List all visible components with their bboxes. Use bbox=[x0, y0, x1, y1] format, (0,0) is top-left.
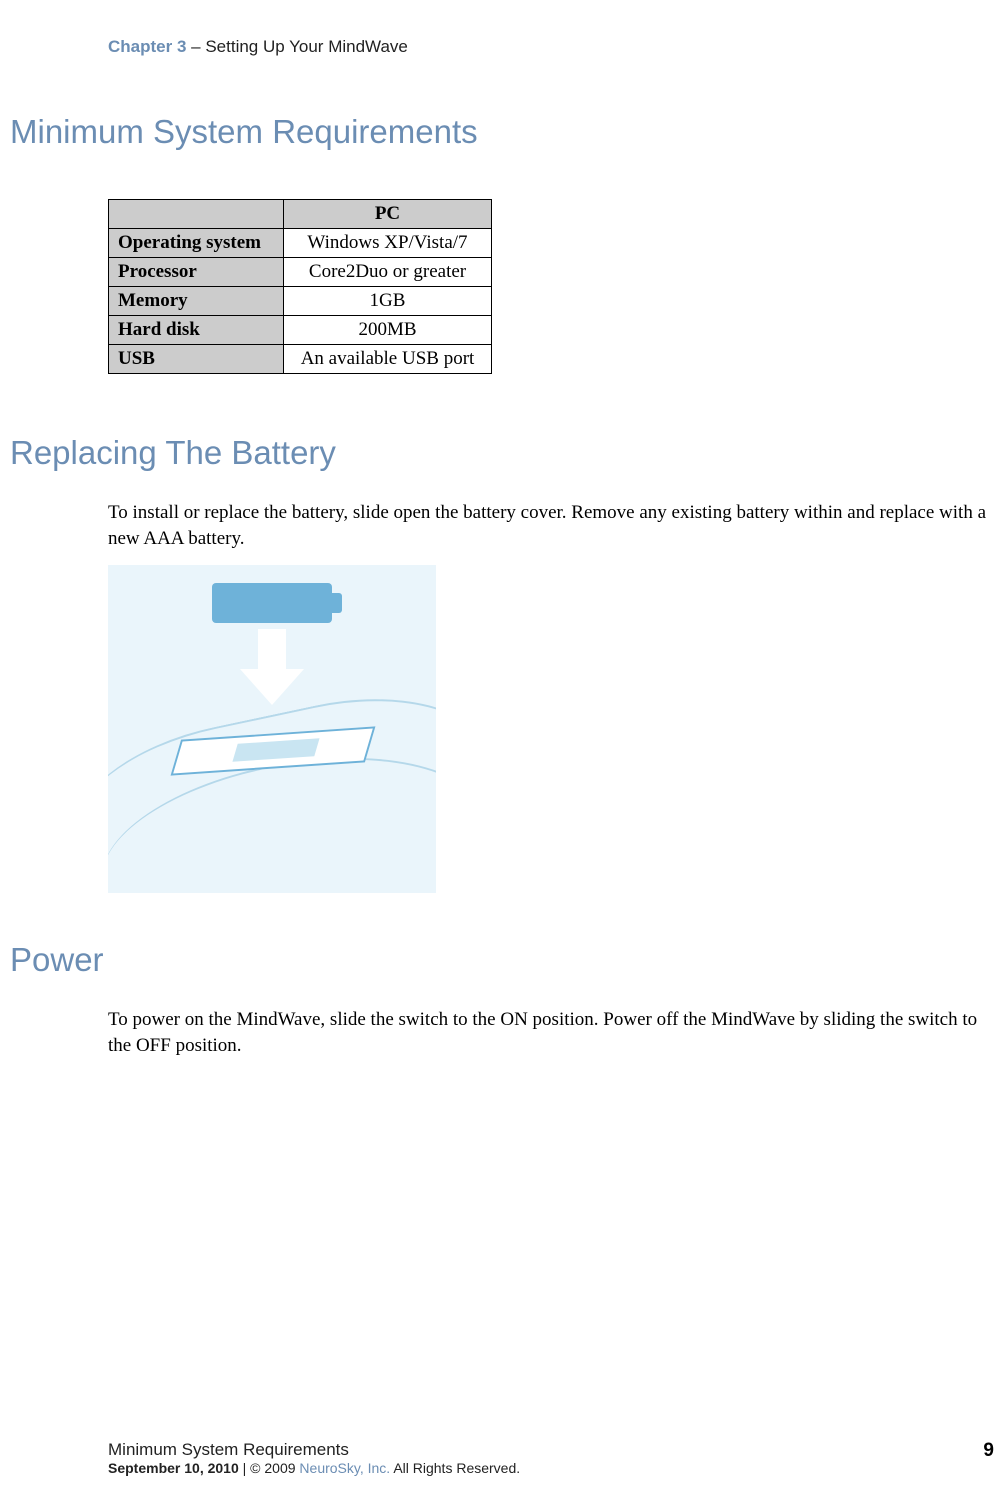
table-label: Operating system bbox=[109, 229, 284, 258]
table-value: An available USB port bbox=[284, 345, 492, 374]
table-label: Hard disk bbox=[109, 316, 284, 345]
footer-section-name: Minimum System Requirements bbox=[108, 1440, 984, 1460]
chapter-label: Chapter 3 bbox=[108, 37, 186, 56]
page-footer: Minimum System Requirements September 10… bbox=[108, 1440, 984, 1476]
table-label: USB bbox=[109, 345, 284, 374]
battery-icon bbox=[212, 583, 332, 623]
table-value: Core2Duo or greater bbox=[284, 258, 492, 287]
page-header: Chapter 3 – Setting Up Your MindWave bbox=[0, 37, 1004, 57]
arrow-down-icon bbox=[240, 629, 304, 705]
footer-copyright-suffix: All Rights Reserved. bbox=[390, 1460, 520, 1476]
table-row: Operating system Windows XP/Vista/7 bbox=[109, 229, 492, 258]
chapter-separator: – bbox=[186, 37, 205, 56]
battery-body-text: To install or replace the battery, slide… bbox=[108, 500, 1004, 551]
page-number: 9 bbox=[983, 1440, 994, 1462]
table-row: PC bbox=[109, 200, 492, 229]
table-empty-cell bbox=[109, 200, 284, 229]
table-label: Processor bbox=[109, 258, 284, 287]
footer-company: NeuroSky, Inc. bbox=[299, 1460, 390, 1476]
requirements-table: PC Operating system Windows XP/Vista/7 P… bbox=[108, 199, 492, 374]
table-row: Processor Core2Duo or greater bbox=[109, 258, 492, 287]
table-column-header: PC bbox=[284, 200, 492, 229]
section-heading-power: Power bbox=[10, 941, 1004, 979]
section-heading-battery: Replacing The Battery bbox=[10, 434, 1004, 472]
battery-figure bbox=[108, 565, 436, 893]
chapter-title: Setting Up Your MindWave bbox=[205, 37, 408, 56]
power-body-text: To power on the MindWave, slide the swit… bbox=[108, 1007, 1004, 1058]
battery-tip-icon bbox=[330, 593, 342, 613]
table-row: Memory 1GB bbox=[109, 287, 492, 316]
table-row: USB An available USB port bbox=[109, 345, 492, 374]
table-value: 1GB bbox=[284, 287, 492, 316]
footer-date: September 10, 2010 bbox=[108, 1460, 239, 1476]
table-row: Hard disk 200MB bbox=[109, 316, 492, 345]
table-value: Windows XP/Vista/7 bbox=[284, 229, 492, 258]
footer-copyright-prefix: © 2009 bbox=[250, 1460, 299, 1476]
table-value: 200MB bbox=[284, 316, 492, 345]
section-heading-requirements: Minimum System Requirements bbox=[10, 113, 1004, 151]
footer-copyright-line: September 10, 2010 | © 2009 NeuroSky, In… bbox=[108, 1460, 984, 1476]
table-label: Memory bbox=[109, 287, 284, 316]
footer-bar: | bbox=[239, 1460, 250, 1476]
